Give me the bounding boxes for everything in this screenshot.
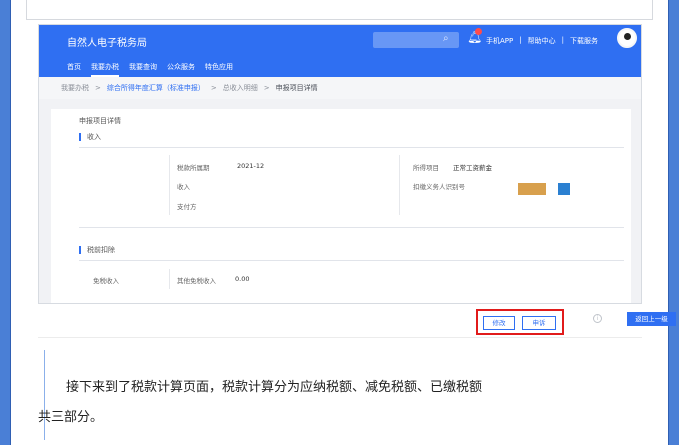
- top-link-separator: |: [519, 36, 522, 44]
- detail-card: 申报项目详情 收入 税款所属期 2021-12 收入 支付方 所得项目 正常工资…: [51, 109, 631, 303]
- nav-public-service[interactable]: 公众服务: [167, 62, 195, 77]
- column-divider: [399, 155, 400, 215]
- article-line: 接下来到了税款计算页面，税款计算分为应纳税额、减免税额、已缴税额: [66, 380, 483, 395]
- tax-app-window: 自然人电子税务局 ⌕ 🔔︎ 手机APP | 帮助中心 | 下载服务 首页 我要办…: [38, 24, 642, 304]
- tax-period-value: 2021-12: [237, 162, 265, 170]
- content-area: 申报项目详情 收入 税款所属期 2021-12 收入 支付方 所得项目 正常工资…: [39, 99, 641, 303]
- top-link-help[interactable]: 帮助中心: [528, 36, 556, 46]
- column-divider: [169, 155, 170, 215]
- breadcrumb-item[interactable]: 我要办税: [61, 83, 89, 93]
- search-icon[interactable]: ⌕: [443, 33, 449, 44]
- nav-home[interactable]: 首页: [67, 62, 81, 77]
- top-links: 手机APP | 帮助中心 | 下载服务: [486, 36, 598, 46]
- avatar[interactable]: [617, 28, 637, 48]
- site-title: 自然人电子税务局: [67, 38, 147, 49]
- top-link-download[interactable]: 下载服务: [570, 36, 598, 46]
- other-exempt-label: 其他免税收入: [177, 277, 216, 285]
- income-label: 收入: [177, 183, 190, 191]
- nav-do-tax[interactable]: 我要办税: [91, 62, 119, 77]
- modify-button[interactable]: 修改: [483, 316, 515, 330]
- app-header: 自然人电子税务局 ⌕ 🔔︎ 手机APP | 帮助中心 | 下载服务 首页 我要办…: [39, 25, 641, 77]
- info-icon[interactable]: i: [593, 314, 602, 323]
- column-divider: [169, 269, 170, 289]
- breadcrumb-separator: >: [95, 84, 101, 92]
- breadcrumb-current: 申报项目详情: [275, 84, 318, 92]
- nav-query[interactable]: 我要查询: [129, 62, 157, 77]
- top-strip: [26, 0, 653, 20]
- exempt-income-label: 免税收入: [93, 277, 119, 285]
- article-text: 接下来到了税款计算页面，税款计算分为应纳税额、减免税额、已缴税额 共三部分。: [38, 373, 642, 433]
- other-exempt-value: 0.00: [235, 275, 250, 283]
- redacted-block: [518, 183, 546, 195]
- back-button[interactable]: 返回上一级: [627, 312, 676, 326]
- income-section-heading: 收入: [79, 133, 101, 141]
- withholding-id-label: 扣缴义务人识别号: [413, 183, 465, 191]
- card-title: 申报项目详情: [79, 117, 121, 125]
- article-line: 共三部分。: [38, 410, 104, 425]
- action-footer: 修改 申诉 i 返回上一级: [38, 304, 676, 338]
- section-divider: [79, 260, 624, 261]
- top-link-separator: |: [561, 36, 564, 44]
- tax-period-label: 税款所属期: [177, 164, 210, 172]
- breadcrumb-separator: >: [210, 84, 217, 92]
- notification-badge: [475, 28, 482, 35]
- breadcrumb-separator: >: [263, 84, 270, 92]
- section-divider: [79, 227, 624, 228]
- breadcrumb-item[interactable]: 综合所得年度汇算（标准申报）: [107, 83, 205, 93]
- breadcrumb: 我要办税 > 综合所得年度汇算（标准申报） > 总收入明细 > 申报项目详情: [39, 77, 641, 99]
- income-item-label: 所得项目: [413, 164, 439, 172]
- income-item-value: 正常工资薪金: [453, 164, 492, 172]
- section-divider: [79, 147, 624, 148]
- appeal-button[interactable]: 申诉: [522, 316, 556, 330]
- payer-label: 支付方: [177, 203, 197, 211]
- breadcrumb-item[interactable]: 总收入明细: [223, 83, 258, 93]
- top-link-mobile-app[interactable]: 手机APP: [486, 36, 513, 46]
- main-nav: 首页 我要办税 我要查询 公众服务 特色应用: [67, 62, 233, 77]
- nav-featured-apps[interactable]: 特色应用: [205, 62, 233, 77]
- redacted-block: [558, 183, 570, 195]
- deduction-section-heading: 税前扣除: [79, 246, 115, 254]
